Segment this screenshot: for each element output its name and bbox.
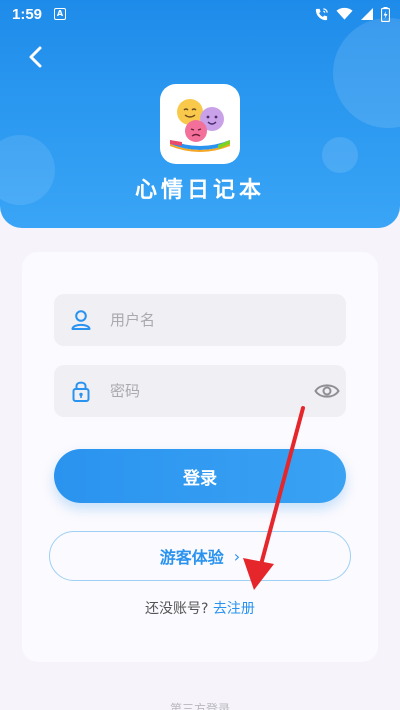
app-logo [160,84,240,164]
guest-experience-button[interactable]: 游客体验 › [49,531,351,581]
mood-faces-icon [170,99,230,152]
status-time: 1:59 [12,5,43,23]
back-arrow-icon[interactable] [22,42,50,72]
decorative-bubble [322,137,358,173]
notification-icon: A [54,8,67,20]
lock-icon [72,381,90,402]
no-account-text: 还没账号? [145,601,209,617]
register-prompt: 还没账号? 去注册 [0,598,400,618]
username-input[interactable] [110,294,310,346]
signal-icon [361,8,373,20]
eye-icon[interactable] [314,381,340,401]
phone-call-icon [315,7,328,20]
username-field[interactable] [54,294,346,346]
decorative-bubble [333,18,400,128]
guest-button-label: 游客体验 [159,548,224,567]
wifi-icon [336,7,353,20]
password-field[interactable] [54,365,346,417]
login-button[interactable]: 登录 [54,449,346,503]
password-input[interactable] [110,365,310,417]
user-icon [71,310,91,330]
third-party-login-label: 第三方登录 [169,702,230,710]
register-link[interactable]: 去注册 [213,601,255,617]
battery-icon [381,6,390,22]
status-icons [314,6,390,22]
status-bar: 1:59 A [0,0,400,28]
chevron-right-icon: › [233,546,241,566]
app-title: 心情日记本 [134,178,265,203]
